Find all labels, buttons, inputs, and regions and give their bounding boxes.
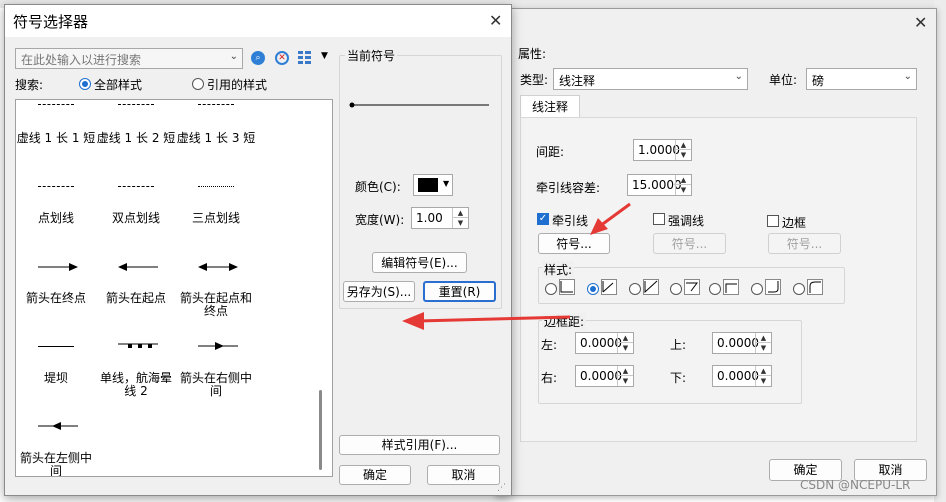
annotation-arrowhead-2 — [402, 312, 424, 330]
watermark: CSDN @NCEPU-LR — [800, 478, 911, 492]
annotation-arrows — [402, 202, 631, 330]
annotation-arrow-1 — [599, 202, 631, 228]
annotation-arrow-2 — [417, 315, 571, 323]
